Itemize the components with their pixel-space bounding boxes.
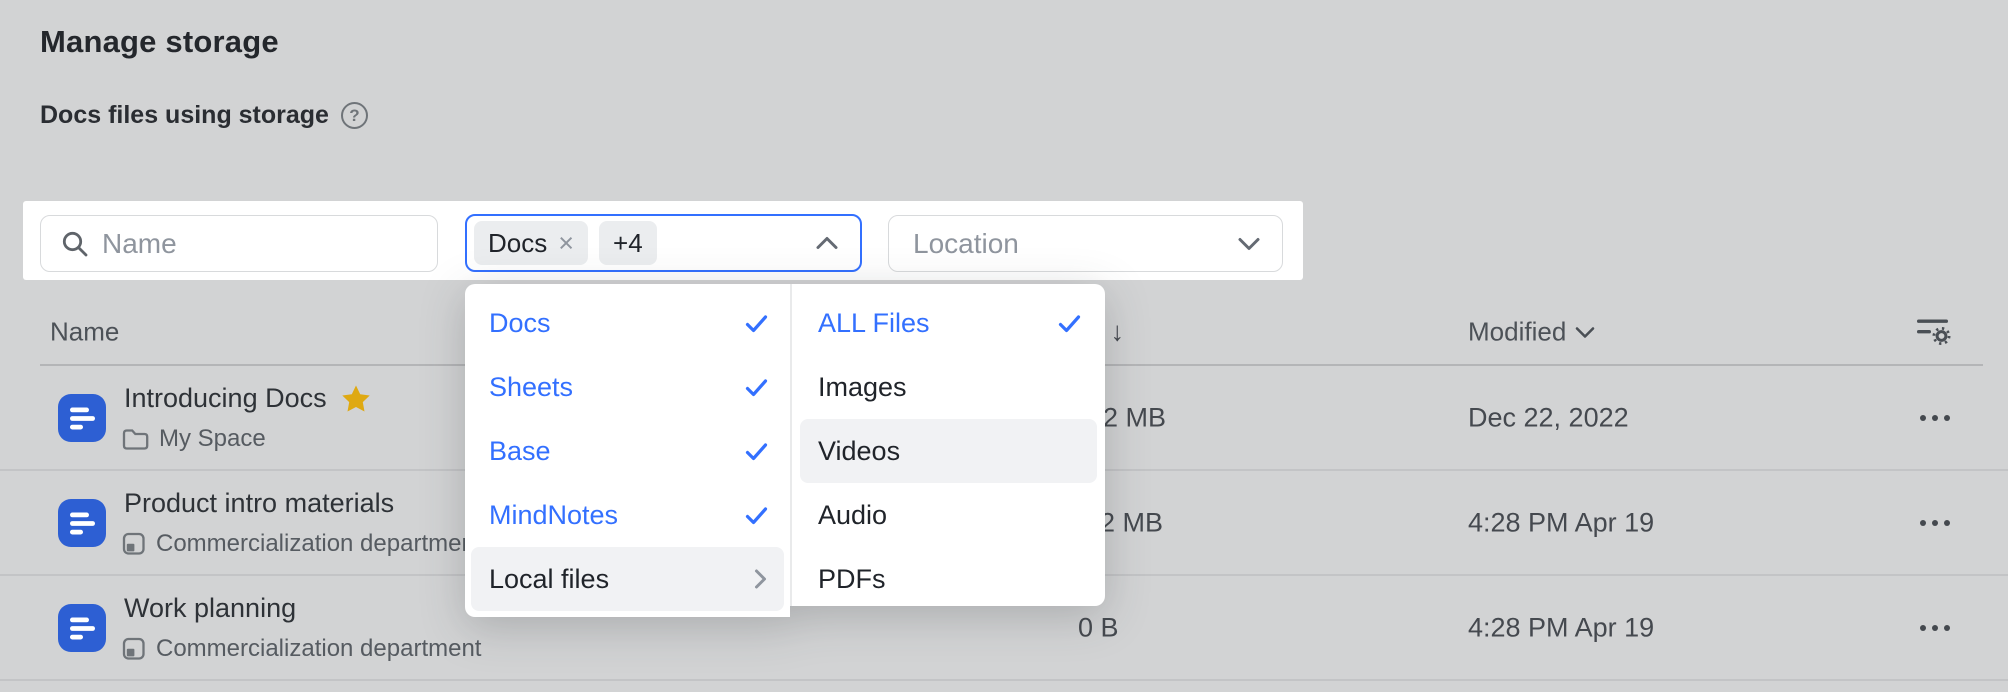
file-modified: 4:28 PM Apr 19: [1468, 507, 1654, 538]
location-filter-select[interactable]: Location: [888, 215, 1283, 272]
chip-label: +4: [613, 228, 643, 259]
file-name[interactable]: Introducing Docs: [124, 383, 327, 414]
remove-chip-icon[interactable]: ×: [558, 230, 574, 257]
type-menu-item-mindnotes[interactable]: MindNotes: [471, 483, 784, 547]
folder-icon: [122, 428, 149, 451]
shared-space-icon: [122, 637, 146, 661]
type-filter-select[interactable]: Docs × +4: [465, 214, 862, 272]
chevron-right-icon: [753, 567, 768, 591]
column-header-name[interactable]: Name: [50, 317, 119, 348]
docs-file-icon: [58, 394, 106, 442]
file-type-item-pdfs[interactable]: PDFs: [800, 547, 1097, 611]
file-type-item-all-files[interactable]: ALL Files: [800, 291, 1097, 355]
file-modified: Dec 22, 2022: [1468, 402, 1629, 433]
docs-file-icon: [58, 499, 106, 547]
star-icon[interactable]: [341, 384, 371, 413]
row-more-actions-icon[interactable]: [1920, 625, 1950, 631]
type-menu-item-local-files[interactable]: Local files: [471, 547, 784, 611]
check-icon: [745, 442, 768, 461]
file-size: 0 B: [1078, 612, 1119, 643]
docs-file-icon: [58, 604, 106, 652]
file-type-item-images[interactable]: Images: [800, 355, 1097, 419]
chevron-up-icon: [814, 234, 840, 252]
file-type-submenu-panel: ALL Files Images Videos Audio PDFs: [790, 284, 1105, 606]
file-location: Commercialization department: [156, 635, 481, 663]
shared-space-icon: [122, 532, 146, 556]
row-more-actions-icon[interactable]: [1920, 520, 1950, 526]
type-menu-panel: Docs Sheets Base MindNotes Local files: [465, 284, 790, 617]
manage-storage-page: Manage storage Docs files using storage …: [0, 0, 2008, 692]
chevron-down-icon: [1236, 235, 1262, 253]
location-placeholder: Location: [913, 228, 1019, 260]
file-type-item-videos[interactable]: Videos: [800, 419, 1097, 483]
search-input[interactable]: [102, 228, 421, 260]
type-menu-item-sheets[interactable]: Sheets: [471, 355, 784, 419]
file-modified: 4:28 PM Apr 19: [1468, 612, 1654, 643]
search-icon: [61, 230, 89, 258]
type-chip-more-count[interactable]: +4: [599, 221, 657, 265]
type-chip-docs[interactable]: Docs ×: [474, 221, 588, 265]
check-icon: [745, 314, 768, 333]
file-name[interactable]: Product intro materials: [124, 488, 394, 519]
file-location: Commercialization department: [156, 530, 481, 558]
chevron-down-icon: [1574, 325, 1596, 339]
type-menu-item-docs[interactable]: Docs: [471, 291, 784, 355]
sort-descending-icon[interactable]: ↓: [1111, 317, 1125, 348]
list-settings-icon: [1916, 317, 1952, 347]
column-settings-button[interactable]: [1916, 317, 1952, 347]
file-size: 2 MB: [1103, 402, 1166, 433]
file-name[interactable]: Work planning: [124, 593, 296, 624]
check-icon: [1058, 314, 1081, 333]
help-icon[interactable]: ?: [341, 102, 368, 129]
check-icon: [745, 378, 768, 397]
file-type-item-audio[interactable]: Audio: [800, 483, 1097, 547]
check-icon: [745, 506, 768, 525]
section-title: Docs files using storage: [40, 101, 329, 130]
row-more-actions-icon[interactable]: [1920, 415, 1950, 421]
file-location: My Space: [159, 425, 266, 453]
page-title: Manage storage: [40, 24, 279, 60]
section-header: Docs files using storage ?: [40, 101, 368, 130]
type-menu-item-base[interactable]: Base: [471, 419, 784, 483]
column-header-modified[interactable]: Modified: [1468, 317, 1596, 348]
chip-label: Docs: [488, 228, 547, 259]
name-search-field[interactable]: [40, 215, 438, 272]
